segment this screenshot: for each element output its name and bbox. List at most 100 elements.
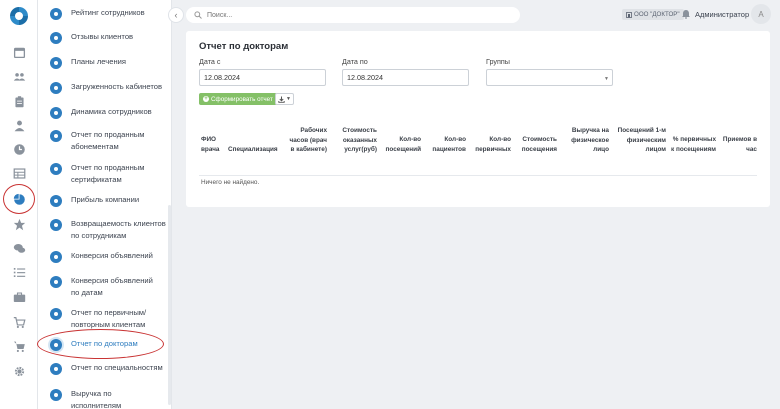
building-icon xyxy=(626,11,632,18)
submenu-item[interactable]: Конверсия объявлений xyxy=(38,250,170,263)
app-logo[interactable] xyxy=(8,5,30,27)
page-title: Отчет по докторам xyxy=(199,41,289,52)
clipboard-icon[interactable] xyxy=(11,93,27,109)
person-icon[interactable] xyxy=(11,117,27,133)
date-to-field[interactable] xyxy=(342,69,469,86)
submenu-item-label: Возвращаемость клиентов по сотрудникам xyxy=(71,219,166,240)
submenu-item-label: Рейтинг сотрудников xyxy=(71,8,145,17)
user-name[interactable]: Администратор xyxy=(695,10,749,19)
active-item-highlight xyxy=(37,329,164,359)
icon-rail xyxy=(0,0,38,409)
submenu-item-label: Прибыль компании xyxy=(71,195,140,204)
submenu-item-label: Конверсия объявлений xyxy=(71,251,153,260)
search-icon xyxy=(194,11,202,19)
organization-name: ООО "ДОКТОР" xyxy=(634,11,680,18)
column-header[interactable]: Выручка на физическое лицо xyxy=(560,126,609,155)
groups-label: Группы xyxy=(486,57,510,66)
report-icon xyxy=(50,308,62,320)
users-icon[interactable] xyxy=(11,68,27,84)
report-icon xyxy=(50,363,62,375)
clock-icon[interactable] xyxy=(11,141,27,157)
active-section-highlight xyxy=(3,184,35,214)
column-header[interactable]: % первичных к посещениям xyxy=(670,135,716,154)
report-icon xyxy=(50,251,62,263)
report-card: Отчет по докторам Дата с Дата по Группы … xyxy=(186,31,770,207)
search-input[interactable] xyxy=(207,11,507,19)
submenu-item-label: Выручка по исполнителям xyxy=(71,389,122,409)
report-icon xyxy=(50,276,62,288)
submenu-item[interactable]: Выручка по исполнителям xyxy=(38,388,170,409)
generate-report-button[interactable]: + Сформировать отчет xyxy=(199,93,277,105)
report-icon xyxy=(50,82,62,94)
caret-down-icon: ▼ xyxy=(286,96,291,102)
download-icon xyxy=(278,96,285,103)
submenu-item[interactable]: Рейтинг сотрудников xyxy=(38,7,170,20)
collapse-sidebar-button[interactable]: ‹ xyxy=(168,7,184,23)
column-header[interactable]: Посещений 1-м физическим лицом xyxy=(609,126,666,155)
submenu-item[interactable]: Прибыль компании xyxy=(38,194,170,207)
submenu-scrollbar[interactable] xyxy=(168,205,171,405)
date-from-label: Дата с xyxy=(199,57,221,66)
report-icon xyxy=(50,8,62,20)
column-header[interactable]: Приемов в час xyxy=(720,135,757,154)
search-bar[interactable] xyxy=(186,7,520,23)
organization-badge[interactable]: ООО "ДОКТОР" xyxy=(622,9,684,20)
date-to-label: Дата по xyxy=(342,57,368,66)
submenu-item-label: Динамика сотрудников xyxy=(71,107,152,116)
plus-circle-icon: + xyxy=(203,96,209,102)
generate-report-label: Сформировать отчет xyxy=(211,95,273,103)
calendar-icon[interactable] xyxy=(11,44,27,60)
chat-icon[interactable] xyxy=(11,240,27,256)
submenu-item[interactable]: Планы лечения xyxy=(38,56,170,69)
list-icon[interactable] xyxy=(11,264,27,280)
submenu-item-label: Отчет по проданным сертификатам xyxy=(71,163,145,184)
submenu-item[interactable]: Отчет по специальностям xyxy=(38,362,170,375)
report-icon xyxy=(50,389,62,401)
column-header[interactable]: Специализация xyxy=(228,145,283,155)
table-icon[interactable] xyxy=(11,165,27,181)
column-header[interactable]: Кол-во посещений xyxy=(383,135,421,154)
submenu-item[interactable]: Отчет по проданным абонементам xyxy=(38,129,170,153)
briefcase-icon[interactable] xyxy=(11,289,27,305)
export-button[interactable]: ▼ xyxy=(275,93,294,105)
column-header[interactable]: Рабочих часов (врач в кабинете) xyxy=(284,126,328,155)
submenu-item-label: Конверсия объявлений по датам xyxy=(71,276,153,297)
report-icon xyxy=(50,32,62,44)
submenu-item[interactable]: Динамика сотрудников xyxy=(38,106,170,119)
column-header[interactable]: Стоимость посещения xyxy=(516,135,557,154)
report-icon xyxy=(50,195,62,207)
report-icon xyxy=(50,219,62,231)
column-header[interactable]: Стоимость оказанных услуг(руб) xyxy=(334,126,377,155)
submenu-item[interactable]: Отчет по первичным/ повторным клиентам xyxy=(38,307,170,331)
submenu-item[interactable]: Конверсия объявлений по датам xyxy=(38,275,170,299)
submenu-item-label: Отчет по первичным/ повторным клиентам xyxy=(71,308,147,329)
column-header[interactable]: ФИО врача xyxy=(201,135,225,154)
date-from-field[interactable] xyxy=(199,69,326,86)
empty-table-message: Ничего не найдено. xyxy=(201,179,260,186)
submenu-item-label: Планы лечения xyxy=(71,57,127,66)
chevron-left-icon: ‹ xyxy=(174,10,178,20)
cart-plus-icon[interactable] xyxy=(11,338,27,354)
submenu-item[interactable]: Загруженность кабинетов xyxy=(38,81,170,94)
bell-icon[interactable] xyxy=(681,9,691,19)
cart-icon[interactable] xyxy=(11,314,27,330)
submenu-item-label: Отчет по проданным абонементам xyxy=(71,130,145,151)
submenu-item[interactable]: Отзывы клиентов xyxy=(38,31,170,44)
column-header[interactable]: Кол-во первичных xyxy=(471,135,511,154)
groups-select[interactable]: ▼ xyxy=(486,69,613,86)
report-icon xyxy=(50,107,62,119)
gear-icon[interactable] xyxy=(11,363,27,379)
submenu-item-label: Отзывы клиентов xyxy=(71,32,134,41)
caret-down-icon: ▼ xyxy=(604,76,609,82)
submenu-item-label: Отчет по специальностям xyxy=(71,363,163,372)
submenu-item[interactable]: Возвращаемость клиентов по сотрудникам xyxy=(38,218,170,242)
report-icon xyxy=(50,130,62,142)
report-icon xyxy=(50,57,62,69)
table-divider xyxy=(199,175,757,176)
column-header[interactable]: Кол-во пациентов xyxy=(426,135,466,154)
report-icon xyxy=(50,163,62,175)
star-icon[interactable] xyxy=(11,216,27,232)
submenu-item-label: Загруженность кабинетов xyxy=(71,82,162,91)
submenu-item[interactable]: Отчет по проданным сертификатам xyxy=(38,162,170,186)
avatar[interactable]: А xyxy=(751,4,771,24)
